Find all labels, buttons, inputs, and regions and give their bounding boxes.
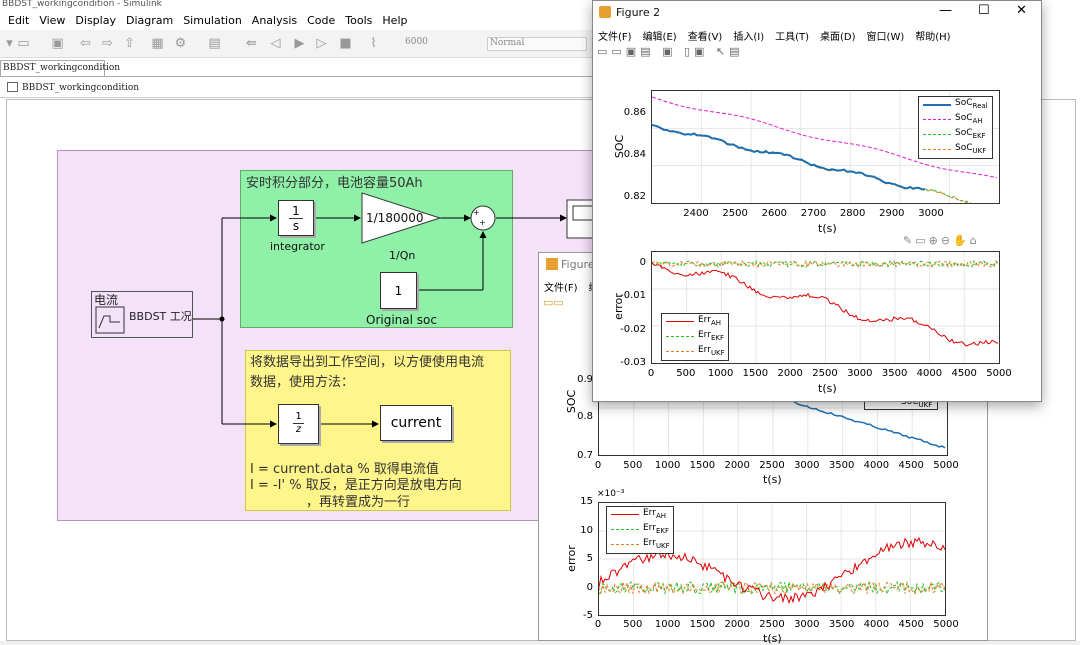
f2-soc-xtick-3: 2700: [800, 208, 827, 219]
f1-err-xlabel: t(s): [763, 632, 782, 645]
f1-err-ylabel: error: [564, 545, 578, 572]
f2-soc-xtick-6: 3000: [918, 208, 944, 219]
f1-leg1-sub: EKF: [655, 526, 669, 535]
f1-leg0: Err: [643, 508, 656, 518]
f1-leg2-sub: UKF: [655, 541, 670, 550]
matlab-icon: [546, 258, 558, 270]
gain-value[interactable]: 1/180000: [366, 211, 424, 225]
f2-soc-xtick-4: 2800: [839, 208, 866, 219]
f2-menu-insert[interactable]: 插入(I): [733, 28, 764, 43]
f2-sleg3: SoC: [955, 143, 973, 153]
f1-soc-xtick-10: 5000: [933, 460, 959, 471]
f2-soc-ytick-2: 0.82: [623, 191, 646, 202]
f2-sleg2: SoC: [955, 128, 973, 138]
f2-menu-file[interactable]: 文件(F): [598, 28, 632, 43]
f1-leg1: Err: [643, 523, 656, 533]
figure2-menu: 文件(F) 编辑(E) 查看(V) 插入(I) 工具(T) 桌面(D) 窗口(W…: [598, 28, 951, 43]
f1-err-ytick-1: 10: [580, 525, 593, 536]
f2-err-ylabel: error: [611, 293, 625, 320]
f1-err-ytick-0: 15: [580, 496, 593, 507]
f2-eleg0-sub: AH: [710, 318, 721, 327]
f2-eleg2-sub: UKF: [710, 348, 725, 357]
f2-err-ytick-2: -0.02: [620, 324, 646, 335]
f2-menu-edit[interactable]: 编辑(E): [643, 28, 677, 43]
figure2-toolbar[interactable]: ▭▭▣▤ ▣ ▯▣ ↖▤: [597, 45, 772, 61]
f2-sleg1: SoC: [955, 113, 973, 123]
f1-err-ytick-3: 0: [586, 582, 593, 593]
integrator-denominator: s: [292, 219, 300, 233]
f2-err-xlabel: t(s): [818, 382, 837, 395]
gain-label: 1/Qn: [389, 249, 416, 262]
f2-eleg1-sub: EKF: [710, 333, 724, 342]
f1-soc-ytick-0: 0.9: [577, 374, 593, 385]
f2-soc-ylabel: SOC: [613, 134, 627, 159]
figure1-menu-file[interactable]: 文件(F): [544, 279, 578, 294]
f1-err-xtick-10: 5000: [933, 619, 959, 630]
f2-menu-window[interactable]: 窗口(W): [867, 28, 905, 43]
integrator-numerator: 1: [289, 204, 303, 219]
to-workspace-block[interactable]: current: [380, 405, 452, 441]
f1-soc-xlabel: t(s): [763, 473, 782, 486]
sum-sign-1: +: [473, 208, 480, 217]
f2-eleg0: Err: [698, 315, 711, 325]
f2-menu-desktop[interactable]: 桌面(D): [820, 28, 856, 43]
f2-eleg2: Err: [698, 345, 711, 355]
f1-leg0-sub: AH: [655, 511, 666, 520]
f2-soc-ytick-0: 0.86: [623, 107, 646, 118]
figure1-err-legend: ErrAH ErrEKF ErrUKF: [606, 506, 674, 554]
delay-numerator: 1: [293, 411, 304, 424]
f2-sleg1-sub: AH: [972, 116, 983, 125]
matlab-icon: [599, 6, 611, 18]
f2-sleg0-sub: Real: [972, 101, 988, 110]
integrator-block[interactable]: 1 s: [278, 200, 314, 236]
f1-soc-ylabel: SOC: [565, 389, 579, 414]
f2-soc-xtick-1: 2500: [722, 208, 748, 219]
figure1-menu: 文件(F) 编: [544, 279, 599, 294]
figure2-err-legend: ErrAH ErrEKF ErrUKF: [661, 313, 729, 361]
maximize-icon[interactable]: ☐: [978, 3, 990, 18]
f2-soc-xtick-2: 2600: [761, 208, 788, 219]
minimize-icon[interactable]: —: [939, 3, 952, 18]
f2-menu-help[interactable]: 帮助(H): [915, 28, 950, 43]
integrator-label: integrator: [270, 240, 325, 253]
axes-toolbar[interactable]: ✎▭⊕⊖✋⌂: [903, 234, 1003, 248]
close-icon[interactable]: ✕: [1016, 3, 1027, 18]
figure1-toolbar-icons[interactable]: ▭▭: [543, 296, 583, 310]
f2-err-ytick-0: 0: [639, 257, 646, 268]
constant-block[interactable]: 1: [380, 272, 417, 309]
figure2-soc-legend: SoCReal SoCAH SoCEKF SoCUKF: [918, 96, 993, 159]
f2-soc-xtick-0: 2400: [683, 208, 709, 219]
f2-menu-tools[interactable]: 工具(T): [775, 28, 809, 43]
f2-menu-view[interactable]: 查看(V): [688, 28, 723, 43]
f2-err-xtick-10: 5000: [986, 368, 1012, 379]
f2-err-ytick-3: -0.03: [620, 357, 646, 368]
delay-denominator: z: [295, 424, 302, 435]
soc-real-line: [651, 124, 926, 191]
unit-delay-block[interactable]: 1 z: [278, 404, 319, 444]
f2-sleg2-sub: EKF: [972, 131, 986, 140]
f1-err-exponent: ×10⁻³: [597, 489, 625, 499]
f2-sleg3-sub: UKF: [972, 146, 987, 155]
signal-builder-block[interactable]: [91, 291, 193, 338]
f1-leg2: Err: [643, 538, 656, 548]
f2-soc-xlabel: t(s): [818, 222, 837, 235]
f2-eleg1: Err: [698, 330, 711, 340]
figure2-title: Figure 2: [616, 6, 661, 19]
constant-label: Original soc: [366, 313, 437, 327]
f2-soc-xtick-5: 2900: [879, 208, 905, 219]
sum-sign-2: +: [479, 218, 486, 227]
f2-sleg0: SoC: [955, 98, 973, 108]
